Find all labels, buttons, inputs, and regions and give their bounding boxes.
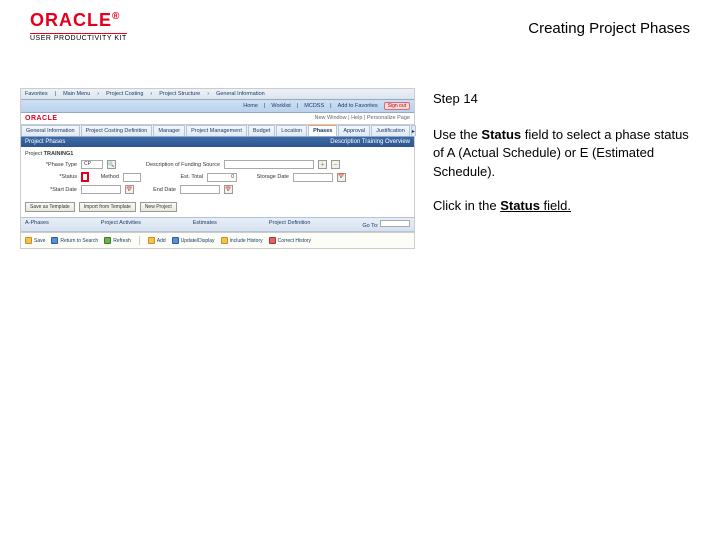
instruction-paragraph-2: Click in the Status field. — [433, 197, 700, 215]
step-number: Step 14 — [433, 90, 700, 108]
status-input[interactable] — [83, 174, 87, 180]
brand-logo: ORACLE® USER PRODUCTIVITY KIT — [30, 10, 127, 42]
delete-row-icon[interactable]: － — [331, 160, 340, 169]
calendar-icon[interactable]: 📅 — [125, 185, 134, 194]
signout-button[interactable]: Sign out — [384, 102, 410, 110]
enddate-label: End Date — [138, 187, 176, 193]
desc-funding-input[interactable] — [224, 160, 314, 169]
app-tabstrip: General Information Project Costing Defi… — [21, 125, 414, 137]
tab-project-management[interactable]: Project Management — [186, 125, 247, 136]
document-title: Creating Project Phases — [528, 20, 690, 37]
oracle-wordmark: ORACLE® — [30, 10, 127, 31]
lookup-icon[interactable]: 🔍 — [107, 160, 116, 169]
topbar-worklist[interactable]: Worklist — [271, 103, 290, 109]
save-as-template-button[interactable]: Save as Template — [25, 202, 75, 212]
add-button[interactable]: Add — [148, 237, 166, 244]
section-header: Project Phases Description Training Over… — [21, 137, 414, 147]
app-topbar: Home | Worklist | MCDSS | Add to Favorit… — [21, 100, 414, 113]
tab-justification[interactable]: Justification — [371, 125, 410, 136]
tab-manager[interactable]: Manager — [153, 125, 185, 136]
correct-history-button[interactable]: Correct History — [269, 237, 311, 244]
tab-project-costing-definition[interactable]: Project Costing Definition — [81, 125, 153, 136]
update-display-button[interactable]: Update/Display — [172, 237, 215, 244]
save-button[interactable]: Save — [25, 237, 45, 244]
startdate-input[interactable] — [81, 185, 121, 194]
desc-funding-label: Description of Funding Source — [120, 162, 220, 168]
add-row-icon[interactable]: ＋ — [318, 160, 327, 169]
tab-general-information[interactable]: General Information — [21, 125, 80, 136]
storage-date-label: Storage Date — [241, 174, 289, 180]
instruction-paragraph-1: Use the Status field to select a phase s… — [433, 126, 700, 181]
upk-subtitle: USER PRODUCTIVITY KIT — [30, 33, 127, 42]
tab-phases[interactable]: Phases — [308, 125, 337, 136]
instruction-panel: Step 14 Use the Status field to select a… — [433, 88, 700, 249]
est-total-input[interactable]: 0 — [207, 173, 237, 182]
tab-location[interactable]: Location — [276, 125, 307, 136]
button-row: Save as Template Import from Template Ne… — [21, 199, 414, 217]
new-project-button[interactable]: New Project — [140, 202, 177, 212]
app-subheader: ORACLE New Window | Help | Personalize P… — [21, 113, 414, 125]
menu-project-structure[interactable]: Project Structure — [159, 91, 200, 97]
calendar-icon[interactable]: 📅 — [224, 185, 233, 194]
app-menubar: Favorites | Main Menu › Project Costing … — [21, 89, 414, 100]
topbar-user: MCDSS — [304, 103, 324, 109]
section-description: Description Training Overview — [330, 139, 410, 145]
tab-scroll-right-icon[interactable]: ▸ — [411, 125, 416, 136]
status-field-highlight — [81, 172, 89, 182]
tab-budget[interactable]: Budget — [248, 125, 275, 136]
import-from-template-button[interactable]: Import from Template — [79, 202, 136, 212]
sub-goto[interactable]: Go To: — [362, 220, 410, 229]
status-label: *Status — [25, 174, 77, 180]
sub-aphases[interactable]: A-Phases — [25, 220, 49, 229]
topbar-home[interactable]: Home — [243, 103, 258, 109]
refresh-button[interactable]: Refresh — [104, 237, 131, 244]
menu-main[interactable]: Main Menu — [63, 91, 90, 97]
method-label: Method — [93, 174, 119, 180]
section-title: Project Phases — [25, 139, 65, 145]
method-input[interactable] — [123, 173, 141, 182]
subsection-bar: A-Phases Project Activities Estimates Pr… — [21, 217, 414, 232]
project-label: Project TRAINING1 — [25, 151, 77, 157]
sub-estimates[interactable]: Estimates — [193, 220, 217, 229]
est-total-label: Est. Total — [145, 174, 203, 180]
calendar-icon[interactable]: 📅 — [337, 173, 346, 182]
sub-definition[interactable]: Project Definition — [269, 220, 311, 229]
startdate-label: *Start Date — [25, 187, 77, 193]
storage-date-input[interactable] — [293, 173, 333, 182]
phasetype-label: *Phase Type — [25, 162, 77, 168]
topbar-addfav[interactable]: Add to Favorites — [338, 103, 378, 109]
include-history-button[interactable]: Include History — [221, 237, 263, 244]
footer-toolbar: Save Return to Search Refresh Add Update… — [21, 232, 414, 248]
sub-activities[interactable]: Project Activities — [101, 220, 141, 229]
app-screenshot: Favorites | Main Menu › Project Costing … — [20, 88, 415, 249]
subheader-links[interactable]: New Window | Help | Personalize Page — [315, 115, 411, 122]
menu-favorites[interactable]: Favorites — [25, 91, 48, 97]
menu-general-info[interactable]: General Information — [216, 91, 265, 97]
enddate-input[interactable] — [180, 185, 220, 194]
phasetype-input[interactable]: CP — [81, 160, 103, 169]
return-to-search-button[interactable]: Return to Search — [51, 237, 98, 244]
tab-approval[interactable]: Approval — [338, 125, 370, 136]
app-oracle-logo: ORACLE — [25, 115, 58, 122]
menu-project-costing[interactable]: Project Costing — [106, 91, 143, 97]
